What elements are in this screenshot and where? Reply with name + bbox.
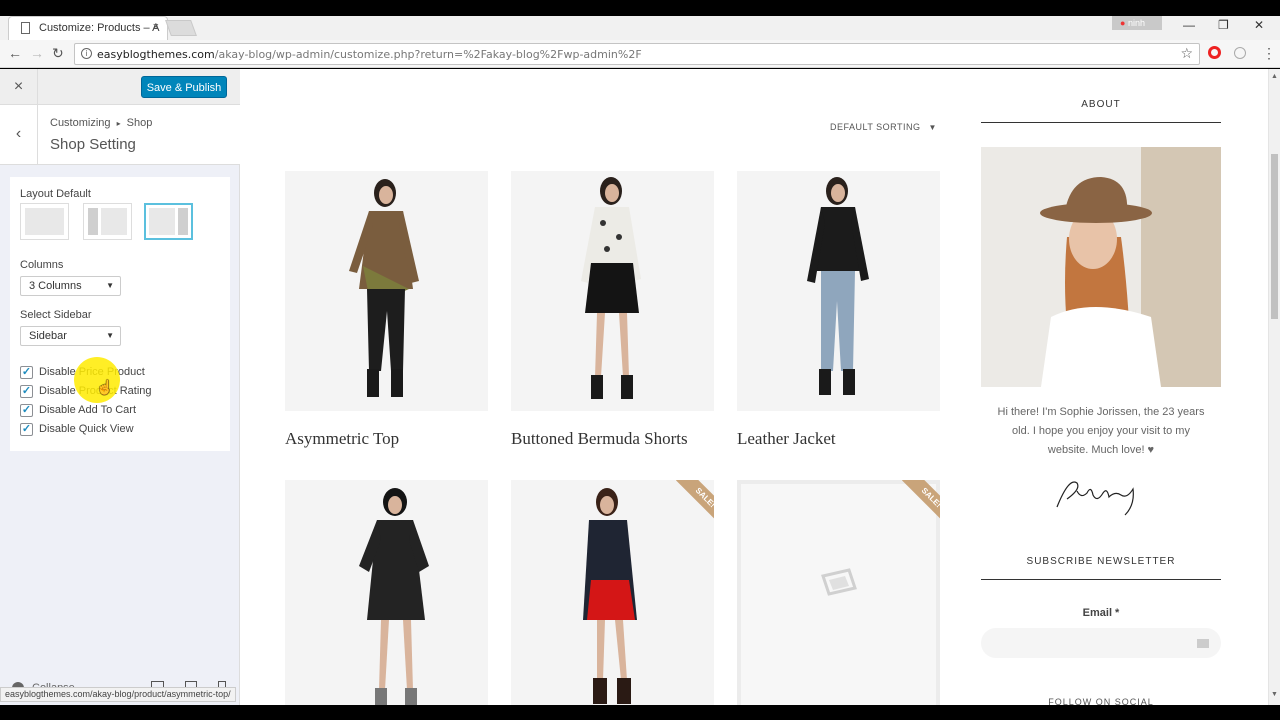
email-field[interactable] xyxy=(981,628,1221,658)
shop-settings-panel: Layout Default Columns 3 Columns ▼ Selec… xyxy=(10,177,230,451)
divider xyxy=(981,122,1221,123)
minimize-icon[interactable]: — xyxy=(1183,18,1195,32)
sidebar-value: Sidebar xyxy=(29,330,67,342)
checkbox[interactable]: ✓ xyxy=(20,404,33,417)
reload-icon[interactable]: ↻ xyxy=(52,45,64,62)
sorting-label: DEFAULT SORTING xyxy=(830,122,921,132)
email-label: Email * xyxy=(1082,607,1120,619)
scroll-up-icon[interactable]: ▲ xyxy=(1271,73,1278,80)
author-photo xyxy=(981,147,1221,387)
sale-ribbon: SALE! xyxy=(668,480,714,526)
breadcrumb-separator: ▸ xyxy=(116,119,121,128)
select-sidebar-label: Select Sidebar xyxy=(20,309,92,321)
forward-arrow-icon[interactable]: → xyxy=(30,45,44,61)
status-bar-url: easyblogthemes.com/akay-blog/product/asy… xyxy=(0,687,236,702)
opera-extension-icon[interactable] xyxy=(1208,46,1221,59)
about-widget-title: ABOUT xyxy=(1081,99,1121,110)
back-chevron-icon[interactable]: ‹ xyxy=(0,105,38,165)
profile-name: ninh xyxy=(1127,18,1145,28)
model-photo xyxy=(581,177,641,399)
menu-kebab-icon[interactable]: ⋮ xyxy=(1262,45,1276,62)
sorting-dropdown[interactable]: DEFAULT SORTING ▼ xyxy=(830,122,937,132)
image-placeholder-icon xyxy=(821,568,857,596)
url-host: easyblogthemes.com xyxy=(97,48,215,61)
tab-close-icon[interactable]: × xyxy=(153,21,159,33)
extension-icon[interactable] xyxy=(1234,47,1246,59)
product-image[interactable] xyxy=(737,171,940,411)
screen-bottom-bar xyxy=(0,705,1280,720)
section-header: ‹ Customizing ▸ Shop Shop Setting xyxy=(0,105,240,165)
customizer-header: × Save & Publish xyxy=(0,69,240,105)
model-photo xyxy=(807,177,869,395)
divider xyxy=(981,579,1221,580)
browser-tabstrip: Customize: Products – A × ● ninh — ❐ ✕ xyxy=(0,16,1280,40)
mail-icon xyxy=(1197,639,1209,648)
checkbox[interactable]: ✓ xyxy=(20,423,33,436)
scroll-down-icon[interactable]: ▼ xyxy=(1271,691,1278,698)
info-icon[interactable]: i xyxy=(81,48,92,59)
breadcrumb-section: Shop xyxy=(126,117,153,129)
layout-option-right-sidebar[interactable] xyxy=(144,203,193,240)
about-text: Hi there! I'm Sophie Jorissen, the 23 ye… xyxy=(997,406,1205,456)
product-image[interactable] xyxy=(285,171,488,411)
product-image[interactable]: SALE! xyxy=(737,480,940,705)
restore-icon[interactable]: ❐ xyxy=(1218,18,1229,32)
chevron-down-icon: ▼ xyxy=(106,331,114,340)
screen-top-bar xyxy=(0,0,1280,16)
bookmark-star-icon[interactable]: ☆ xyxy=(1180,46,1193,62)
product-title[interactable]: Leather Jacket xyxy=(737,429,836,449)
chevron-down-icon: ▼ xyxy=(928,123,937,132)
browser-toolbar: ← → ↻ i easyblogthemes.com/akay-blog/wp-… xyxy=(0,40,1280,68)
columns-select[interactable]: 3 Columns ▼ xyxy=(20,276,121,296)
site-preview: DEFAULT SORTING ▼ Asymmetric Top Buttone… xyxy=(240,69,1268,705)
page-scrollbar[interactable]: ▲ ▼ xyxy=(1268,69,1280,705)
breadcrumb-root: Customizing xyxy=(50,117,111,129)
back-arrow-icon[interactable]: ← xyxy=(8,45,22,61)
product-title[interactable]: Asymmetric Top xyxy=(285,429,399,449)
about-photo xyxy=(981,147,1221,387)
sale-label: SALE! xyxy=(902,480,940,526)
window-close-icon[interactable]: ✕ xyxy=(1254,18,1264,32)
scroll-thumb[interactable] xyxy=(1271,154,1278,319)
profile-badge[interactable]: ● ninh xyxy=(1112,16,1162,30)
columns-value: 3 Columns xyxy=(29,280,82,292)
section-title: Shop Setting xyxy=(50,136,136,153)
product-image[interactable] xyxy=(511,171,714,411)
product-image[interactable] xyxy=(285,480,488,705)
checkbox[interactable]: ✓ xyxy=(20,385,33,398)
columns-label: Columns xyxy=(20,259,64,271)
checkbox-label: Disable Add To Cart xyxy=(39,404,137,416)
model-photo xyxy=(349,179,419,397)
sale-ribbon: SALE! xyxy=(894,480,940,526)
product-image[interactable]: SALE! xyxy=(511,480,714,705)
layout-default-label: Layout Default xyxy=(20,188,91,200)
chevron-down-icon: ▼ xyxy=(106,281,114,290)
save-publish-button[interactable]: Save & Publish xyxy=(141,76,227,98)
page-icon xyxy=(21,22,30,34)
sale-label: SALE! xyxy=(676,480,714,526)
new-tab-button[interactable] xyxy=(165,20,197,36)
follow-widget-title: FOLLOW ON SOCIAL xyxy=(1048,697,1154,705)
layout-option-full-width[interactable] xyxy=(20,203,69,240)
model-photo xyxy=(359,488,429,705)
pointer-cursor-icon: ☝ xyxy=(96,379,114,395)
product-title[interactable]: Buttoned Bermuda Shorts xyxy=(511,429,688,449)
url-path: /akay-blog/wp-admin/customize.php?return… xyxy=(214,48,642,61)
customizer-sidebar: × Save & Publish ‹ Customizing ▸ Shop Sh… xyxy=(0,69,240,705)
checkbox-label: Disable Quick View xyxy=(39,423,134,435)
address-bar[interactable]: i easyblogthemes.com/akay-blog/wp-admin/… xyxy=(74,43,1200,65)
tab-title: Customize: Products – A xyxy=(39,22,160,34)
checkbox[interactable]: ✓ xyxy=(20,366,33,379)
subscribe-widget-title: SUBSCRIBE NEWSLETTER xyxy=(1026,556,1176,567)
sidebar-select[interactable]: Sidebar ▼ xyxy=(20,326,121,346)
breadcrumb: Customizing ▸ Shop xyxy=(50,117,152,129)
layout-option-left-sidebar[interactable] xyxy=(83,203,132,240)
customizer-close-icon[interactable]: × xyxy=(0,69,38,105)
signature-image xyxy=(1056,481,1134,516)
browser-tab[interactable]: Customize: Products – A × xyxy=(8,16,168,40)
